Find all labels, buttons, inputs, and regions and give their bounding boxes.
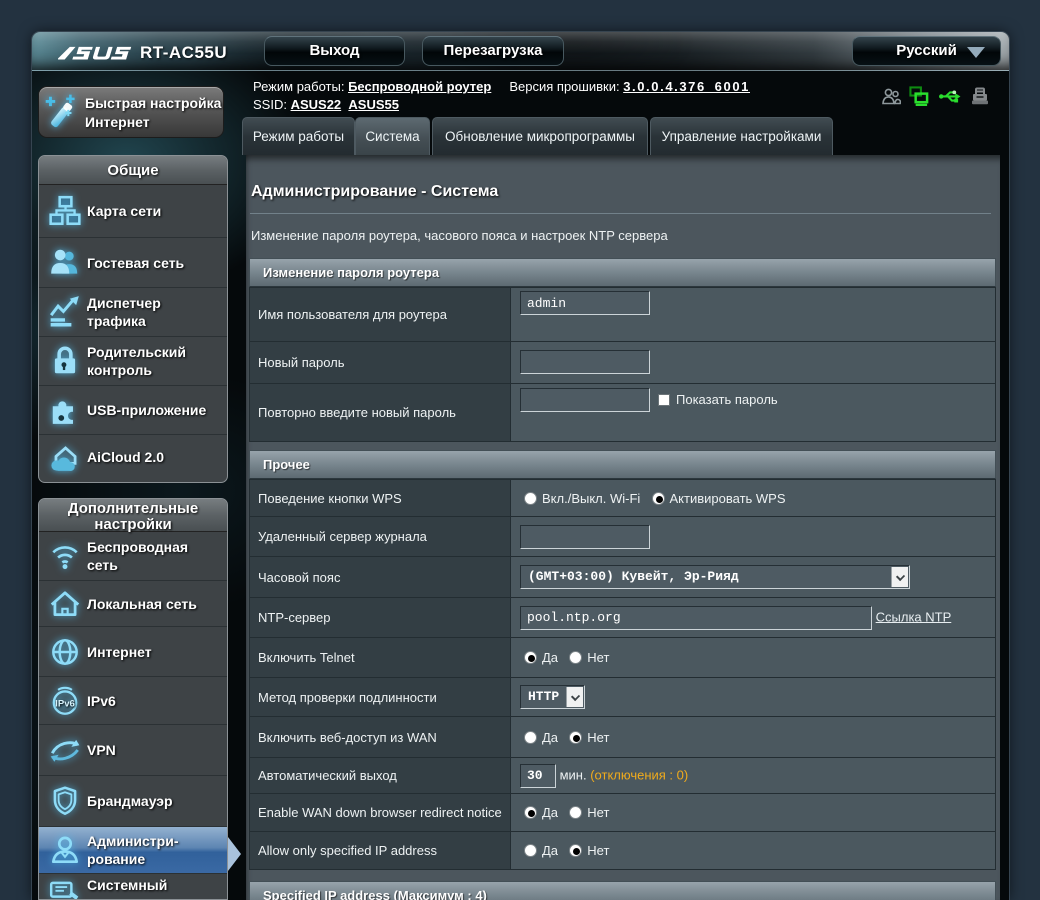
- svg-text:IPv6: IPv6: [55, 698, 75, 709]
